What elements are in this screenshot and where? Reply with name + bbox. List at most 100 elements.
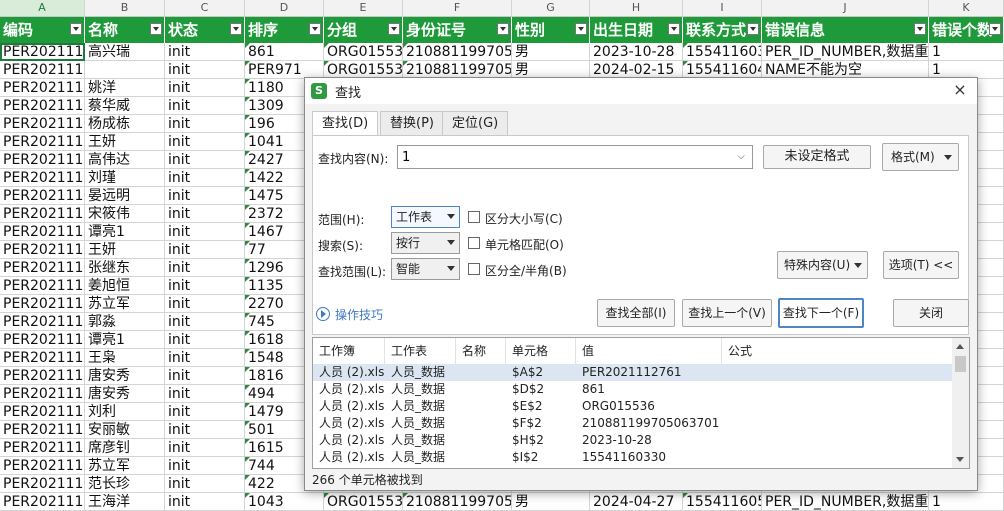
- table-cell[interactable]: init: [165, 475, 245, 493]
- results-scrollbar[interactable]: [952, 338, 969, 468]
- scope-select[interactable]: 工作表: [391, 206, 460, 228]
- table-cell[interactable]: 谭亮1: [85, 223, 165, 241]
- filter-dropdown-icon[interactable]: [388, 23, 400, 35]
- results-column-header[interactable]: 公式: [722, 338, 953, 364]
- column-letter[interactable]: B: [85, 0, 165, 16]
- table-cell[interactable]: 王妍: [85, 241, 165, 259]
- table-cell[interactable]: 刘利: [85, 403, 165, 421]
- table-cell[interactable]: init: [165, 115, 245, 133]
- header-cell[interactable]: 错误个数: [929, 17, 1004, 43]
- table-cell[interactable]: 宋筱伟: [85, 205, 165, 223]
- table-cell[interactable]: init: [165, 349, 245, 367]
- tab-find[interactable]: 查找(D): [312, 111, 379, 136]
- table-cell[interactable]: PER2021112: [0, 421, 85, 439]
- table-cell[interactable]: init: [165, 367, 245, 385]
- table-cell[interactable]: 1554116051: [683, 493, 762, 511]
- options-button[interactable]: 选项(T) <<: [883, 251, 959, 279]
- table-cell[interactable]: PER2021114: [0, 151, 85, 169]
- table-cell[interactable]: init: [165, 133, 245, 151]
- column-letter[interactable]: C: [165, 0, 245, 16]
- table-cell[interactable]: PER2021113: [0, 277, 85, 295]
- match-case-checkbox[interactable]: [468, 211, 480, 223]
- table-cell[interactable]: 王枭: [85, 349, 165, 367]
- table-cell[interactable]: PER2021111: [0, 241, 85, 259]
- table-cell[interactable]: PER2021112: [0, 313, 85, 331]
- scroll-down-icon[interactable]: [956, 457, 964, 462]
- results-column-header[interactable]: 工作簿: [313, 338, 385, 364]
- scroll-up-icon[interactable]: [956, 344, 964, 349]
- table-cell[interactable]: init: [165, 223, 245, 241]
- scroll-thumb[interactable]: [955, 356, 966, 372]
- play-circle-icon[interactable]: [316, 307, 330, 321]
- table-cell[interactable]: 苏立军: [85, 457, 165, 475]
- result-row[interactable]: 人员 (2).xls 人员_数据 $E$2 ORG015536: [313, 398, 953, 415]
- table-cell[interactable]: 210881199705: [403, 493, 512, 511]
- table-cell[interactable]: [85, 61, 165, 79]
- table-cell[interactable]: 861: [245, 43, 324, 61]
- table-cell[interactable]: 15541160330: [683, 43, 762, 61]
- column-letter[interactable]: H: [590, 0, 683, 16]
- table-cell[interactable]: PER_ID_NUMBER,数据重复: [762, 493, 929, 511]
- table-cell[interactable]: 1043: [245, 493, 324, 511]
- table-cell[interactable]: init: [165, 277, 245, 295]
- table-cell[interactable]: init: [165, 493, 245, 511]
- results-column-header[interactable]: 名称: [456, 338, 506, 364]
- table-cell[interactable]: 王海洋: [85, 493, 165, 511]
- table-cell[interactable]: 2023-10-28: [590, 43, 683, 61]
- column-letter[interactable]: G: [512, 0, 590, 16]
- table-cell[interactable]: PER2021113: [0, 259, 85, 277]
- table-cell[interactable]: 范长珍: [85, 475, 165, 493]
- table-cell[interactable]: PER2021112: [0, 457, 85, 475]
- table-cell[interactable]: init: [165, 97, 245, 115]
- table-cell[interactable]: 晏远明: [85, 187, 165, 205]
- table-cell[interactable]: PER2021113: [0, 187, 85, 205]
- filter-dropdown-icon[interactable]: [668, 23, 680, 35]
- find-previous-button[interactable]: 查找上一个(V): [682, 299, 772, 327]
- header-cell[interactable]: 出生日期: [590, 17, 683, 43]
- table-cell[interactable]: 蔡华威: [85, 97, 165, 115]
- table-cell[interactable]: 谭亮1: [85, 331, 165, 349]
- table-cell[interactable]: 张继东: [85, 259, 165, 277]
- table-cell[interactable]: init: [165, 169, 245, 187]
- table-cell[interactable]: 王妍: [85, 133, 165, 151]
- column-letter[interactable]: A: [0, 0, 85, 16]
- header-cell[interactable]: 性别: [512, 17, 590, 43]
- results-list[interactable]: 工作簿 工作表 名称 单元格值公式 人员 (2).xls 人员_数据 $A$2 PER202…: [312, 337, 970, 469]
- table-cell[interactable]: init: [165, 331, 245, 349]
- table-cell[interactable]: 杨成栋: [85, 115, 165, 133]
- table-cell[interactable]: 席彦钊: [85, 439, 165, 457]
- table-cell[interactable]: PER2021113: [0, 367, 85, 385]
- table-cell[interactable]: 高兴瑞: [85, 43, 165, 61]
- column-letter[interactable]: K: [929, 0, 1004, 16]
- column-letter[interactable]: I: [683, 0, 762, 16]
- table-cell[interactable]: PER2021113: [0, 331, 85, 349]
- table-cell[interactable]: PER2021113: [0, 349, 85, 367]
- search-order-select[interactable]: 按行: [391, 232, 460, 254]
- table-cell[interactable]: 唐安秀: [85, 367, 165, 385]
- table-cell[interactable]: init: [165, 259, 245, 277]
- table-cell[interactable]: init: [165, 61, 245, 79]
- table-cell[interactable]: PER2021112: [0, 97, 85, 115]
- table-cell[interactable]: 苏立军: [85, 295, 165, 313]
- table-cell[interactable]: 1: [929, 493, 1004, 511]
- column-letter[interactable]: J: [762, 0, 929, 16]
- operation-tips-link[interactable]: 操作技巧: [335, 306, 383, 323]
- header-cell[interactable]: 身份证号: [403, 17, 512, 43]
- result-row[interactable]: 人员 (2).xls 人员_数据 $I$2 15541160330: [313, 449, 953, 466]
- column-letter[interactable]: E: [324, 0, 403, 16]
- table-cell[interactable]: PER2021112: [0, 115, 85, 133]
- table-cell[interactable]: init: [165, 241, 245, 259]
- close-button[interactable]: 关闭: [893, 299, 969, 327]
- table-cell[interactable]: PER2021113: [0, 79, 85, 97]
- table-cell[interactable]: 2024-04-27: [590, 493, 683, 511]
- table-cell[interactable]: init: [165, 295, 245, 313]
- table-cell[interactable]: PER2021112: [0, 475, 85, 493]
- table-cell[interactable]: 安丽敏: [85, 421, 165, 439]
- format-button[interactable]: 格式(M): [882, 143, 959, 171]
- header-cell[interactable]: 分组: [324, 17, 403, 43]
- filter-dropdown-icon[interactable]: [150, 23, 162, 35]
- filter-dropdown-icon[interactable]: [989, 23, 1001, 35]
- table-cell[interactable]: init: [165, 79, 245, 97]
- results-column-header[interactable]: 工作表: [385, 338, 456, 364]
- header-cell[interactable]: 状态: [165, 17, 245, 43]
